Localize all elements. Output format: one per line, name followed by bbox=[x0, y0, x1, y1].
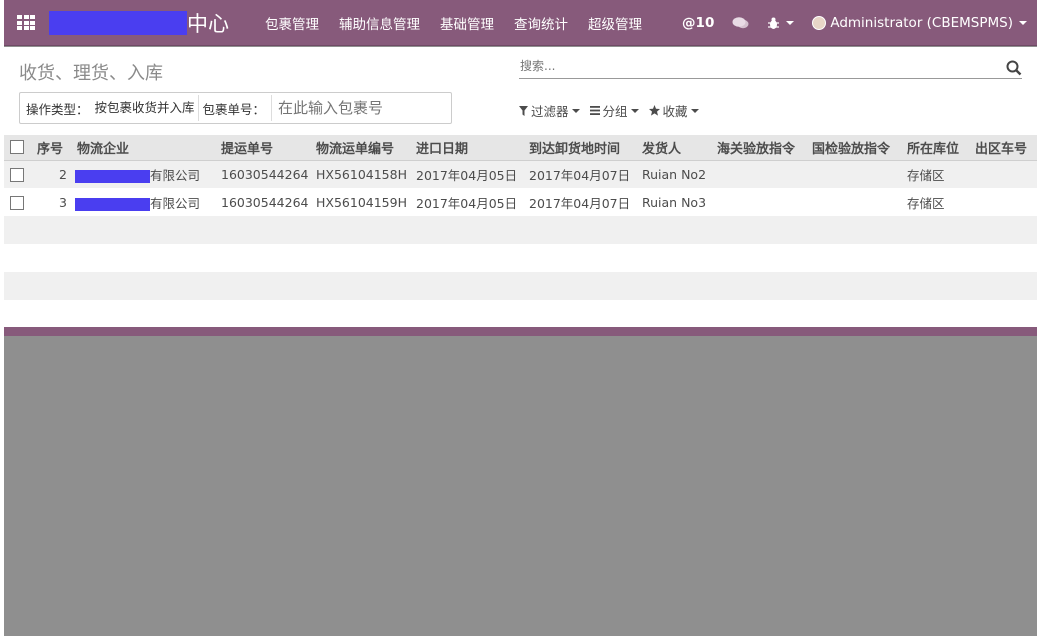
user-menu[interactable]: Administrator (CBEMSPMS) bbox=[812, 15, 1027, 31]
column-header[interactable]: 出区车号 bbox=[973, 135, 1037, 161]
empty-row bbox=[4, 244, 1037, 272]
cell-shipper: Ruian No2 bbox=[640, 160, 715, 188]
row-checkbox[interactable] bbox=[10, 168, 24, 182]
group-dropdown[interactable]: 分组 bbox=[589, 101, 639, 120]
column-header[interactable]: 提运单号 bbox=[219, 135, 314, 161]
cell-customs bbox=[715, 160, 810, 188]
records-table: 序号 物流企业 提运单号 物流运单编号 进口日期 到达卸货地时间 发货人 海关验… bbox=[4, 135, 1037, 328]
right-nav: @10 Administrator (CBEMSPMS) bbox=[664, 0, 1027, 46]
cell-customs bbox=[715, 188, 810, 216]
cell-company: 有限公司 bbox=[73, 188, 219, 216]
cell-arrive: 2017年04月07日 bbox=[527, 160, 640, 188]
column-header[interactable]: 所在库位 bbox=[905, 135, 973, 161]
filter-dropdown[interactable]: 过滤器 bbox=[519, 101, 580, 120]
column-header[interactable]: 序号 bbox=[33, 135, 73, 161]
mentions-counter[interactable]: @10 bbox=[682, 15, 714, 31]
redacted-company bbox=[75, 197, 150, 211]
menu-item-query[interactable]: 查询统计 bbox=[514, 13, 568, 33]
cell-import-date: 2017年04月05日 bbox=[414, 160, 527, 188]
column-header[interactable]: 物流企业 bbox=[73, 135, 219, 161]
company-suffix: 有限公司 bbox=[150, 195, 201, 211]
company-suffix: 有限公司 bbox=[150, 167, 201, 183]
favorite-label: 收藏 bbox=[662, 104, 688, 119]
user-name: Administrator (CBEMSPMS) bbox=[830, 15, 1013, 31]
column-header[interactable]: 发货人 bbox=[640, 135, 715, 161]
cell-car bbox=[973, 188, 1037, 216]
cell-bill: 16030544264 bbox=[219, 160, 314, 188]
op-type-label: 操作类型： bbox=[26, 101, 89, 117]
brand: 中心 bbox=[49, 0, 229, 46]
search-bar bbox=[519, 59, 1022, 79]
table-header-row: 序号 物流企业 提运单号 物流运单编号 进口日期 到达卸货地时间 发货人 海关验… bbox=[4, 135, 1037, 161]
package-label: 包裹单号： bbox=[202, 101, 266, 117]
favorites-dropdown[interactable]: 收藏 bbox=[648, 101, 699, 120]
footer-bar bbox=[4, 327, 1037, 336]
menu-item-super[interactable]: 超级管理 bbox=[588, 13, 642, 33]
filter-icon bbox=[519, 105, 528, 116]
table-row[interactable]: 3 有限公司 16030544264 HX56104159H 2017年04月0… bbox=[4, 188, 1037, 216]
column-header[interactable]: 国检验放指令 bbox=[810, 135, 905, 161]
group-label: 分组 bbox=[602, 104, 628, 119]
cell-seq: 3 bbox=[33, 188, 73, 216]
brand-suffix: 中心 bbox=[187, 11, 229, 36]
column-header[interactable]: 物流运单编号 bbox=[314, 135, 414, 161]
cell-seq: 2 bbox=[33, 160, 73, 188]
cell-shipper: Ruian No3 bbox=[640, 188, 715, 216]
chevron-down-icon bbox=[630, 108, 639, 113]
cell-inspection bbox=[810, 160, 905, 188]
menu-item-aux-info[interactable]: 辅助信息管理 bbox=[339, 13, 420, 33]
control-panel: 收货、理货、入库 操作类型： 按包裹收货并入库 包裹单号： 过滤器 分组 收藏 bbox=[4, 47, 1037, 135]
menu-item-base[interactable]: 基础管理 bbox=[440, 13, 494, 33]
cell-waybill: HX56104158H bbox=[314, 160, 414, 188]
chevron-down-icon bbox=[1019, 21, 1027, 25]
empty-row bbox=[4, 300, 1037, 328]
star-icon bbox=[648, 105, 660, 116]
debug-bug-icon[interactable] bbox=[767, 17, 795, 30]
top-navbar: 中心 包裹管理 辅助信息管理 基础管理 查询统计 超级管理 @10 Admini… bbox=[4, 0, 1037, 46]
filter-label: 过滤器 bbox=[531, 104, 569, 119]
column-header[interactable]: 海关验放指令 bbox=[715, 135, 810, 161]
column-header[interactable]: 进口日期 bbox=[414, 135, 527, 161]
cell-location: 存储区 bbox=[905, 160, 973, 188]
menu-item-package[interactable]: 包裹管理 bbox=[265, 13, 319, 33]
row-checkbox[interactable] bbox=[10, 195, 24, 210]
cell-inspection bbox=[810, 188, 905, 216]
search-icon[interactable] bbox=[1006, 60, 1022, 76]
custom-filters: 操作类型： 按包裹收货并入库 包裹单号： bbox=[19, 92, 452, 124]
cell-waybill: HX56104159H bbox=[314, 188, 414, 216]
cell-location: 存储区 bbox=[905, 188, 973, 216]
search-input[interactable] bbox=[519, 59, 999, 73]
cell-car bbox=[973, 160, 1037, 188]
redacted-brand-name bbox=[49, 10, 187, 35]
chevron-down-icon bbox=[690, 108, 699, 113]
cell-company: 有限公司 bbox=[73, 160, 219, 188]
chat-icon[interactable] bbox=[732, 16, 749, 30]
empty-row bbox=[4, 216, 1037, 244]
main-menu: 包裹管理 辅助信息管理 基础管理 查询统计 超级管理 bbox=[265, 13, 662, 33]
avatar bbox=[812, 16, 827, 30]
search-options: 过滤器 分组 收藏 bbox=[519, 101, 709, 120]
breadcrumb: 收货、理货、入库 bbox=[19, 63, 163, 84]
cell-bill: 16030544264 bbox=[219, 188, 314, 216]
list-view: 序号 物流企业 提运单号 物流运单编号 进口日期 到达卸货地时间 发货人 海关验… bbox=[4, 135, 1037, 328]
mentions-label: @10 bbox=[682, 15, 715, 31]
chevron-down-icon bbox=[786, 21, 795, 25]
chevron-down-icon bbox=[571, 108, 580, 113]
package-number-input[interactable] bbox=[271, 95, 448, 121]
op-type-select[interactable]: 按包裹收货并入库 bbox=[95, 95, 199, 121]
cell-arrive: 2017年04月07日 bbox=[527, 188, 640, 216]
column-header[interactable]: 到达卸货地时间 bbox=[527, 135, 640, 161]
empty-row bbox=[4, 272, 1037, 300]
apps-grid-icon[interactable] bbox=[17, 15, 35, 30]
table-row[interactable]: 2 有限公司 16030544264 HX56104158H 2017年04月0… bbox=[4, 160, 1037, 188]
cell-import-date: 2017年04月05日 bbox=[414, 188, 527, 216]
list-icon bbox=[589, 106, 600, 115]
select-all-checkbox[interactable] bbox=[10, 140, 24, 155]
redacted-company bbox=[75, 169, 150, 183]
